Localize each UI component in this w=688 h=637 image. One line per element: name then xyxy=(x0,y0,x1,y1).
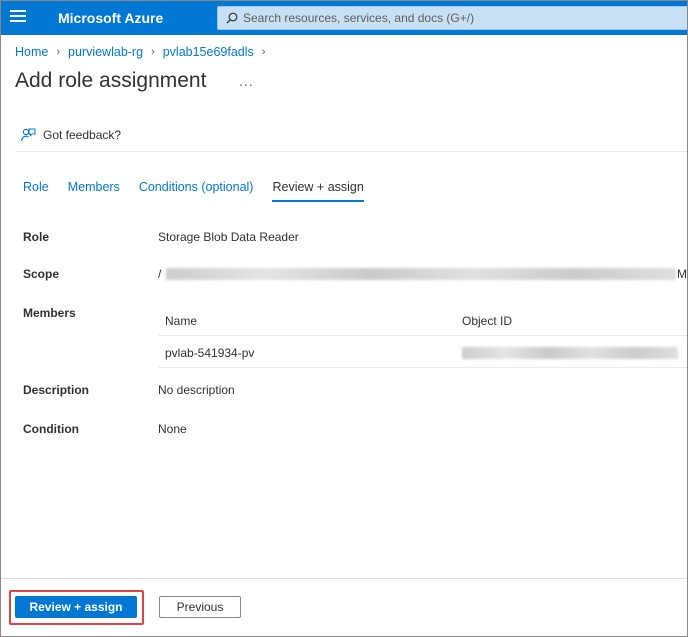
scope-tail: Mi xyxy=(677,267,687,281)
azure-portal-window: Microsoft Azure Home › purviewlab-rg › p… xyxy=(0,0,688,637)
breadcrumb-home[interactable]: Home xyxy=(15,45,48,59)
tab-role[interactable]: Role xyxy=(23,180,49,202)
member-object-id-redacted xyxy=(462,347,678,359)
brand-title[interactable]: Microsoft Azure xyxy=(58,10,163,26)
page-title: Add role assignment xyxy=(15,69,207,92)
members-label: Members xyxy=(23,306,76,320)
condition-label: Condition xyxy=(23,422,79,436)
scope-prefix: / xyxy=(158,267,162,281)
member-name: pvlab-541934-pv xyxy=(165,346,255,360)
tab-members[interactable]: Members xyxy=(68,180,120,202)
feedback-icon xyxy=(20,128,36,142)
divider xyxy=(15,151,687,152)
feedback-label: Got feedback? xyxy=(43,128,122,142)
column-header-name: Name xyxy=(165,314,198,328)
column-header-object-id: Object ID xyxy=(462,314,513,328)
description-label: Description xyxy=(23,383,90,397)
table-row: pvlab-541934-pv xyxy=(158,337,687,368)
chevron-right-icon: › xyxy=(151,46,155,58)
role-label: Role xyxy=(23,230,50,244)
previous-button[interactable]: Previous xyxy=(159,596,241,618)
global-search-box[interactable] xyxy=(217,6,687,30)
chevron-right-icon: › xyxy=(261,46,266,58)
footer-divider xyxy=(1,578,687,579)
breadcrumb-storage-account[interactable]: pvlab15e69fadls xyxy=(163,45,254,59)
scope-value-redacted xyxy=(166,268,676,280)
tab-conditions[interactable]: Conditions (optional) xyxy=(139,180,254,202)
wizard-tabs: Role Members Conditions (optional) Revie… xyxy=(23,180,365,202)
chevron-right-icon: › xyxy=(56,46,61,58)
more-options-button[interactable]: ... xyxy=(239,73,254,89)
role-value: Storage Blob Data Reader xyxy=(158,230,299,244)
hamburger-menu-icon[interactable] xyxy=(10,10,26,24)
top-bar: Microsoft Azure xyxy=(1,1,687,35)
breadcrumb-resource-group[interactable]: purviewlab-rg xyxy=(68,45,143,59)
review-assign-button[interactable]: Review + assign xyxy=(15,596,137,618)
condition-value: None xyxy=(158,422,187,436)
tab-review-assign[interactable]: Review + assign xyxy=(272,180,365,202)
description-value: No description xyxy=(158,383,235,397)
scope-label: Scope xyxy=(23,267,60,281)
members-table-header: Name Object ID xyxy=(158,306,687,336)
search-input[interactable] xyxy=(243,7,683,29)
feedback-link[interactable]: Got feedback? xyxy=(20,127,121,143)
breadcrumb: Home › purviewlab-rg › pvlab15e69fadls › xyxy=(15,45,273,59)
search-icon xyxy=(226,12,238,24)
